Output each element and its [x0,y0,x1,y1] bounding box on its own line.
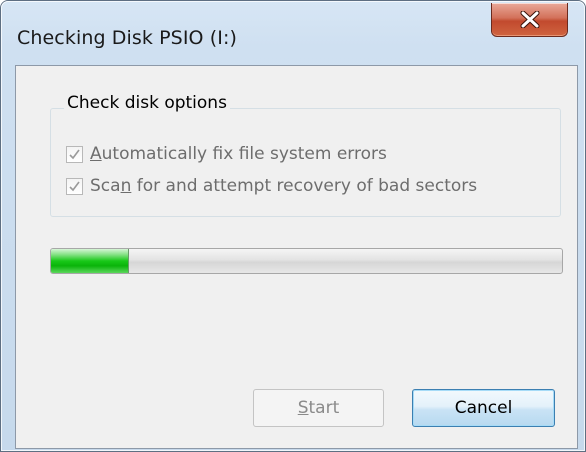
checkmark-icon [69,181,80,191]
window-title: Checking Disk PSIO (I:) [17,27,237,49]
start-label: tart [308,398,340,418]
option-fix-errors[interactable]: Automatically fix file system errors [66,143,387,165]
start-mnemonic: S [297,398,309,418]
scan-sectors-label-pre: Sca [90,176,121,196]
scan-sectors-label-text: for and attempt recovery of bad sectors [131,176,478,196]
close-button[interactable] [491,3,568,37]
cancel-button[interactable]: Cancel [412,389,555,427]
fix-errors-mnemonic: A [90,144,102,164]
checkmark-icon [69,149,80,159]
fix-errors-checkbox[interactable] [66,145,83,163]
option-scan-sectors[interactable]: Scan for and attempt recovery of bad sec… [66,175,477,197]
group-label: Check disk options [64,93,230,113]
scan-progress-bar [50,248,563,274]
progress-fill [51,249,129,273]
fix-errors-label: Automatically fix file system errors [90,144,387,164]
start-button[interactable]: Start [253,389,384,427]
scan-sectors-label: Scan for and attempt recovery of bad sec… [90,176,477,196]
scan-sectors-checkbox[interactable] [66,177,83,195]
fix-errors-label-text: utomatically fix file system errors [101,144,387,164]
dialog-window: Checking Disk PSIO (I:) Check disk optio… [0,0,586,452]
scan-sectors-mnemonic: n [120,176,132,196]
dialog-client-area: Check disk options Automatically fix fil… [15,65,578,449]
